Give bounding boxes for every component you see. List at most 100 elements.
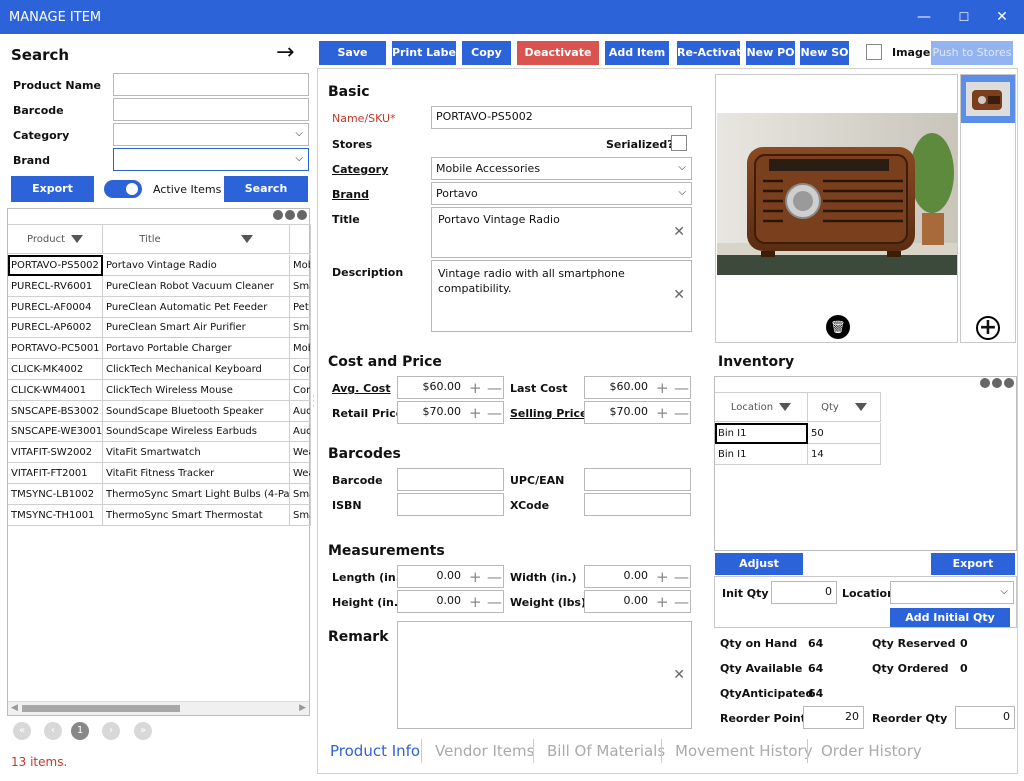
minus-icon[interactable]: — xyxy=(487,570,502,585)
minus-icon[interactable]: — xyxy=(487,406,502,421)
product-category-cell[interactable]: Wea xyxy=(290,463,311,484)
product-category-cell[interactable]: Sma xyxy=(290,275,311,297)
product-title-cell[interactable]: PureClean Robot Vacuum Cleaner xyxy=(103,275,290,297)
isbn-input[interactable] xyxy=(397,493,504,516)
product-sku-cell[interactable]: PURECL-RV6001 xyxy=(8,275,103,297)
category-select[interactable]: ⌵ xyxy=(113,123,309,146)
print-label-button[interactable]: Print Label xyxy=(392,41,460,65)
active-items-toggle[interactable] xyxy=(104,180,142,198)
minus-icon[interactable]: — xyxy=(487,381,502,396)
product-name-input[interactable] xyxy=(113,73,309,96)
product-category-cell[interactable]: Mob xyxy=(290,255,311,276)
scroll-right-icon[interactable]: ▶ xyxy=(299,703,306,713)
minus-icon[interactable]: — xyxy=(674,595,689,610)
deactivate-button[interactable]: Deactivate xyxy=(517,41,599,65)
last-page-icon[interactable]: » xyxy=(134,722,152,740)
category-link[interactable]: Category xyxy=(332,163,388,176)
filter-icon[interactable] xyxy=(70,235,83,243)
first-page-icon[interactable]: « xyxy=(13,722,31,740)
plus-icon[interactable]: + xyxy=(656,406,669,421)
product-title-cell[interactable]: ClickTech Wireless Mouse xyxy=(103,379,290,401)
filter-icon[interactable] xyxy=(779,403,792,411)
prev-page-icon[interactable]: ‹ xyxy=(44,722,62,740)
product-sku-cell[interactable]: PURECL-AF0004 xyxy=(8,296,103,318)
plus-icon[interactable]: + xyxy=(656,595,669,610)
brand-link[interactable]: Brand xyxy=(332,188,369,201)
product-title-cell[interactable]: VitaFit Smartwatch xyxy=(103,442,290,464)
brand-dropdown[interactable]: Portavo ⌵ xyxy=(431,182,692,205)
product-sku-cell[interactable]: VITAFIT-FT2001 xyxy=(8,463,103,484)
product-category-cell[interactable]: Com xyxy=(290,379,311,401)
push-to-stores-button[interactable]: Push to Stores xyxy=(931,41,1013,65)
maximize-button[interactable]: ☐ xyxy=(944,0,984,34)
product-category-cell[interactable]: Aud xyxy=(290,421,311,443)
grid-menu-icon[interactable] xyxy=(271,210,307,223)
minus-icon[interactable]: — xyxy=(487,595,502,610)
product-title-cell[interactable]: PureClean Automatic Pet Feeder xyxy=(103,296,290,318)
product-sku-cell[interactable]: PORTAVO-PC5001 xyxy=(8,338,103,360)
serialized-checkbox[interactable] xyxy=(671,135,687,151)
product-sku-cell[interactable]: SNSCAPE-BS3002 xyxy=(8,400,103,422)
plus-icon[interactable]: + xyxy=(469,570,482,585)
plus-icon[interactable]: + xyxy=(656,570,669,585)
product-title-cell[interactable]: Portavo Portable Charger xyxy=(103,338,290,360)
selling-price-link[interactable]: Selling Price xyxy=(510,407,587,420)
product-category-cell[interactable]: Wea xyxy=(290,442,311,464)
plus-icon[interactable]: + xyxy=(656,381,669,396)
clear-icon[interactable]: ✕ xyxy=(673,667,685,683)
brand-select[interactable]: ⌵ xyxy=(113,148,309,171)
thumbnail-selected[interactable] xyxy=(961,75,1015,123)
xcode-input[interactable] xyxy=(584,493,691,516)
init-qty-input[interactable]: 0 xyxy=(771,581,837,604)
name-sku-input[interactable]: PORTAVO-PS5002 xyxy=(431,106,692,129)
inventory-qty-cell[interactable]: 50 xyxy=(808,423,881,444)
product-column-header[interactable]: Product xyxy=(8,224,103,254)
product-sku-cell[interactable]: TMSYNC-TH1001 xyxy=(8,504,103,526)
product-sku-cell[interactable]: CLICK-WM4001 xyxy=(8,379,103,401)
location-column-header[interactable]: Location xyxy=(715,392,808,422)
product-title-cell[interactable]: ThermoSync Smart Thermostat xyxy=(103,504,290,526)
add-item-button[interactable]: Add Item xyxy=(605,41,669,65)
minimize-button[interactable]: — xyxy=(904,0,944,34)
product-sku-cell[interactable]: PURECL-AP6002 xyxy=(8,317,103,339)
barcode-input[interactable] xyxy=(113,98,309,121)
avg-cost-link[interactable]: Avg. Cost xyxy=(332,382,391,395)
reorder-point-input[interactable]: 20 xyxy=(803,706,864,729)
save-button[interactable]: Save xyxy=(319,41,386,65)
product-title-cell[interactable]: VitaFit Fitness Tracker xyxy=(103,463,290,484)
product-title-cell[interactable]: PureClean Smart Air Purifier xyxy=(103,317,290,339)
plus-icon[interactable]: + xyxy=(469,381,482,396)
product-sku-cell[interactable]: TMSYNC-LB1002 xyxy=(8,483,103,505)
tab-movement-history[interactable]: Movement History xyxy=(675,742,813,760)
add-initial-qty-button[interactable]: Add Initial Qty xyxy=(890,608,1010,627)
export-button[interactable]: Export xyxy=(11,176,94,202)
filter-icon[interactable] xyxy=(854,403,867,411)
product-sku-cell[interactable]: PORTAVO-PS5002 xyxy=(8,255,103,276)
clear-icon[interactable]: ✕ xyxy=(673,224,685,240)
minus-icon[interactable]: — xyxy=(674,381,689,396)
product-title-cell[interactable]: SoundScape Bluetooth Speaker xyxy=(103,400,290,422)
location-select[interactable]: ⌵ xyxy=(890,581,1014,604)
reorder-qty-input[interactable]: 0 xyxy=(955,706,1015,729)
plus-icon[interactable]: + xyxy=(469,595,482,610)
arrow-right-icon[interactable]: → xyxy=(276,40,294,65)
tab-product-info[interactable]: Product Info xyxy=(330,742,420,760)
remark-input[interactable]: ✕ xyxy=(397,621,692,729)
scrollbar-thumb[interactable] xyxy=(22,705,180,712)
minus-icon[interactable]: — xyxy=(674,406,689,421)
grid-menu-icon[interactable] xyxy=(978,378,1014,391)
minus-icon[interactable]: — xyxy=(674,570,689,585)
product-sku-cell[interactable]: VITAFIT-SW2002 xyxy=(8,442,103,464)
product-title-cell[interactable]: ClickTech Mechanical Keyboard xyxy=(103,359,290,380)
adjust-button[interactable]: Adjust xyxy=(715,553,803,575)
product-category-cell[interactable]: Sma xyxy=(290,504,311,526)
product-category-cell[interactable]: Pet xyxy=(290,296,311,318)
product-category-cell[interactable]: Sma xyxy=(290,483,311,505)
plus-icon[interactable]: + xyxy=(469,406,482,421)
filter-icon[interactable] xyxy=(240,235,253,243)
product-sku-cell[interactable]: SNSCAPE-WE3001 xyxy=(8,421,103,443)
image-checkbox[interactable] xyxy=(866,44,882,60)
tab-vendor-items[interactable]: Vendor Items xyxy=(435,742,534,760)
qty-column-header[interactable]: Qty xyxy=(808,392,881,422)
product-title-cell[interactable]: Portavo Vintage Radio xyxy=(103,255,290,276)
